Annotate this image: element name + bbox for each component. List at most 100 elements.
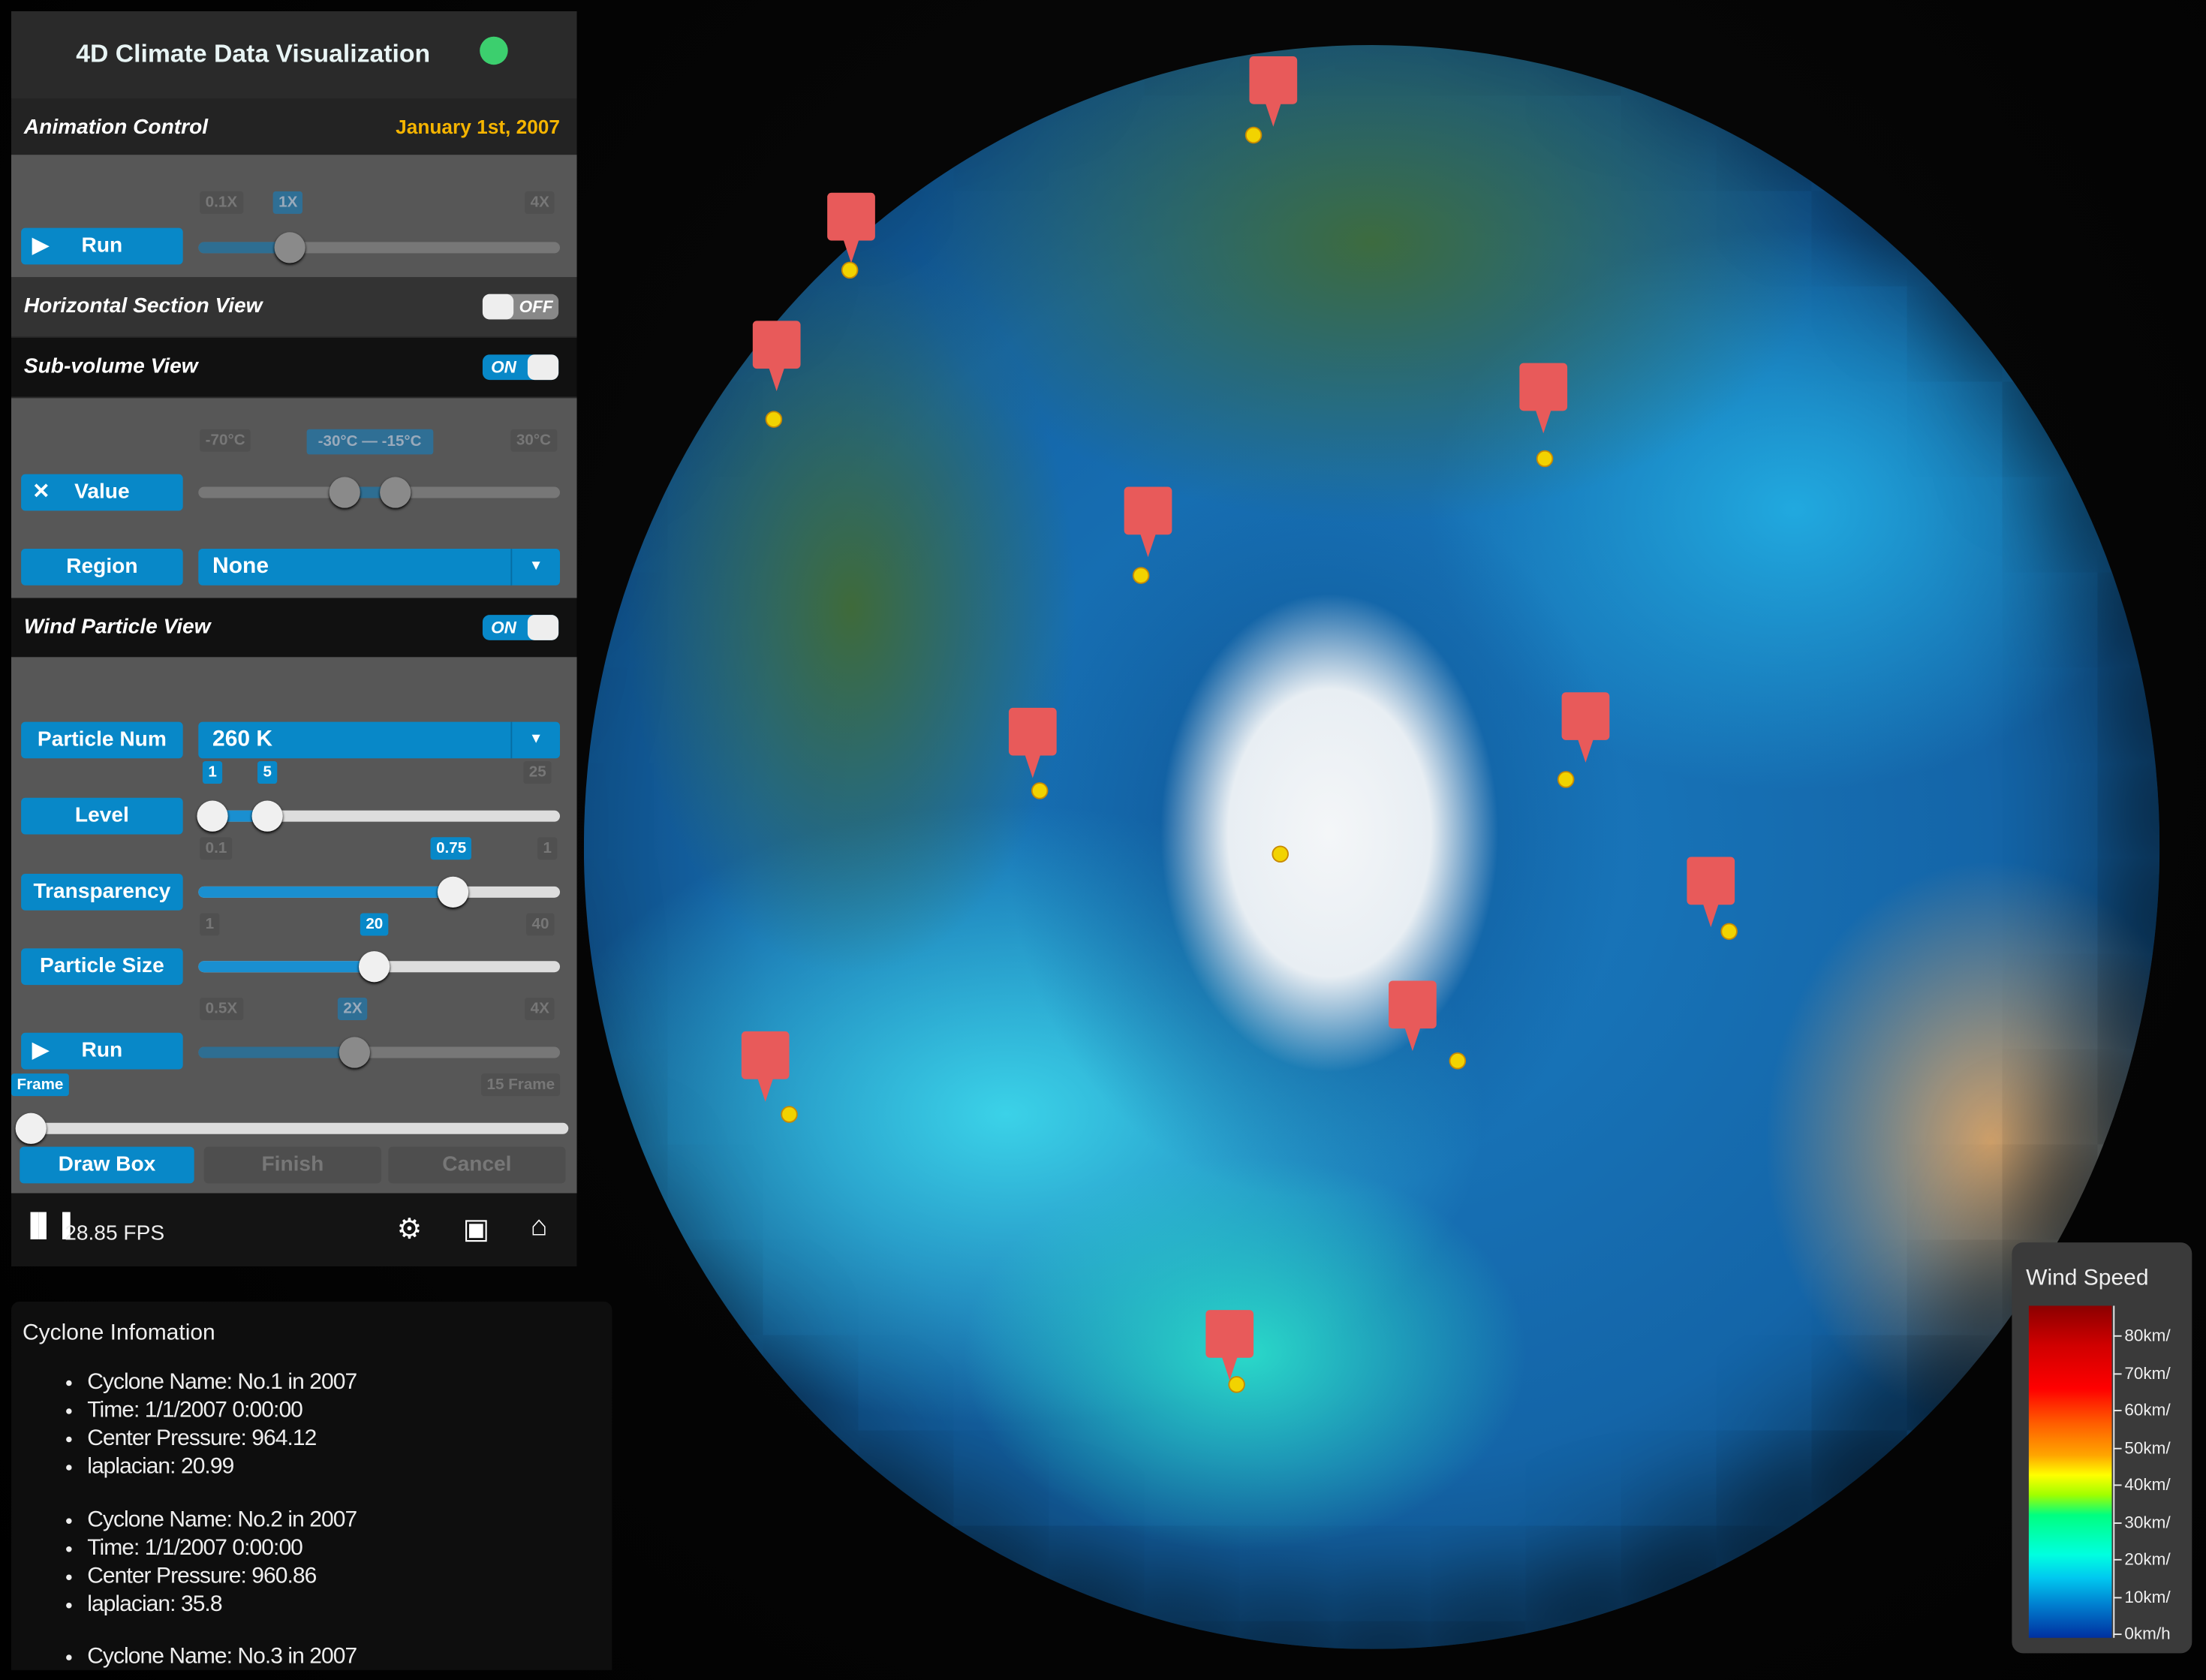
level-button[interactable]: Level <box>21 797 183 835</box>
level-low-tick: 1 <box>202 761 223 784</box>
legend-title: Wind Speed <box>2026 1266 2149 1290</box>
cyclone-marker-pin[interactable] <box>1205 1310 1254 1380</box>
horizontal-section-label: Horizontal Section View <box>23 294 263 318</box>
finish-button[interactable]: Finish <box>203 1146 381 1184</box>
subvolume-label: Sub-volume View <box>23 354 198 379</box>
bar-chart-icon: ▐▌▐ <box>22 1214 71 1239</box>
animation-run-button[interactable]: ▶ Run <box>21 227 183 265</box>
horizontal-section-toggle[interactable]: OFF <box>482 294 559 320</box>
cyclone-marker-pin[interactable] <box>741 1031 790 1102</box>
value-filter-button[interactable]: ✕ Value <box>21 474 183 511</box>
transparency-fill <box>198 886 455 898</box>
run-label: Run <box>81 233 123 258</box>
cyclone-marker-pin[interactable] <box>1124 486 1172 558</box>
run-label: Run <box>81 1038 123 1063</box>
cyclone-time: Time: 1/1/2007 0:00:00 <box>87 1397 357 1425</box>
wind-speed-legend: Wind Speed 80km/70km/60km/50km/40km/30km… <box>2012 1242 2192 1654</box>
cyclone-center-dot[interactable] <box>1244 126 1263 144</box>
draw-box-button[interactable]: Draw Box <box>20 1146 194 1184</box>
cyclone-1-list: Cyclone Name: No.1 in 2007 Time: 1/1/200… <box>53 1369 357 1482</box>
legend-label: 40km/ <box>2113 1474 2170 1494</box>
particle-num-value: 260 K <box>212 727 273 751</box>
subvolume-toggle[interactable]: ON <box>482 354 559 381</box>
level-high-handle[interactable] <box>251 800 283 832</box>
particle-size-fill <box>198 961 375 973</box>
toggle-state: ON <box>491 357 516 378</box>
cyclone-center-dot[interactable] <box>1031 782 1049 799</box>
toggle-state: ON <box>491 617 516 638</box>
cyclone-pressure: Center Pressure: 964.12 <box>87 1426 357 1453</box>
transparency-min-tick: 0.1 <box>200 837 233 860</box>
cyclone-marker-pin[interactable] <box>1008 707 1057 778</box>
image-icon[interactable]: ▣ <box>463 1212 489 1247</box>
panel-footer: ▐▌▐ 28.85 FPS ⚙ ▣ ⌂ <box>11 1193 577 1266</box>
cyclone-center-dot[interactable] <box>1272 845 1289 863</box>
frame-tick: Frame <box>11 1073 69 1097</box>
frame-handle[interactable] <box>15 1112 47 1144</box>
transparency-handle[interactable] <box>437 876 469 908</box>
cyclone-marker-pin[interactable] <box>1519 363 1568 434</box>
particle-speed-min-tick: 0.5X <box>200 997 243 1020</box>
cyclone-marker-pin[interactable] <box>1389 980 1437 1052</box>
cancel-button[interactable]: Cancel <box>388 1146 566 1184</box>
home-icon[interactable]: ⌂ <box>531 1212 548 1244</box>
speed-min-tick: 0.1X <box>200 191 243 214</box>
horizontal-section-header: Horizontal Section View OFF <box>11 277 577 336</box>
legend-color-bar <box>2028 1305 2112 1638</box>
cyclone-marker-pin[interactable] <box>1561 692 1610 763</box>
cyclone-info-title: Cyclone Infomation <box>22 1321 215 1345</box>
level-low-handle[interactable] <box>197 800 228 832</box>
chevron-down-icon: ▼ <box>510 721 560 759</box>
cyclone-laplacian: laplacian: 20.99 <box>87 1453 357 1481</box>
subvolume-header: Sub-volume View ON <box>11 337 577 397</box>
cyclone-marker-pin[interactable] <box>1249 56 1298 127</box>
particle-run-button[interactable]: ▶ Run <box>21 1032 183 1070</box>
frame-max-tick: 15 Frame <box>481 1073 561 1097</box>
legend-label: 20km/ <box>2113 1549 2170 1569</box>
transparency-button[interactable]: Transparency <box>21 874 183 911</box>
gear-icon[interactable]: ⚙ <box>397 1212 423 1247</box>
cyclone-center-dot[interactable] <box>1557 771 1575 788</box>
cyclone-center-dot[interactable] <box>781 1106 798 1123</box>
particle-size-handle[interactable] <box>358 951 390 983</box>
cyclone-3-list: Cyclone Name: No.3 in 2007 <box>53 1643 357 1671</box>
particle-num-select[interactable]: 260 K ▼ <box>198 721 561 759</box>
frame-slider[interactable] <box>22 1122 569 1134</box>
cyclone-center-dot[interactable] <box>765 411 783 428</box>
globe-icon <box>480 36 508 65</box>
cyclone-center-dot[interactable] <box>1132 567 1150 584</box>
play-icon: ▶ <box>32 233 49 258</box>
cyclone-2-list: Cyclone Name: No.2 in 2007 Time: 1/1/200… <box>53 1507 357 1619</box>
transparency-max-tick: 1 <box>537 837 558 860</box>
cyclone-center-dot[interactable] <box>1720 923 1738 941</box>
cyclone-center-dot[interactable] <box>1536 450 1554 468</box>
animation-speed-section: 0.1X 1X 4X ▶ Run <box>11 155 577 278</box>
cyclone-center-dot[interactable] <box>841 261 859 279</box>
legend-label: 60km/ <box>2113 1400 2170 1420</box>
particle-speed-handle[interactable] <box>339 1037 370 1068</box>
earth-globe-3d-view[interactable] <box>583 44 2160 1649</box>
cyclone-marker-pin[interactable] <box>827 192 875 263</box>
animation-speed-handle[interactable] <box>274 232 305 263</box>
toggle-state: OFF <box>519 297 553 317</box>
wind-particle-label: Wind Particle View <box>23 615 211 639</box>
particle-size-button[interactable]: Particle Size <box>21 948 183 986</box>
cyclone-center-dot[interactable] <box>1228 1376 1245 1393</box>
value-min-tick: -70°C <box>200 429 251 452</box>
region-select[interactable]: None ▼ <box>198 549 561 586</box>
value-max-tick: 30°C <box>510 429 557 452</box>
speed-max-tick: 4X <box>525 191 555 214</box>
value-low-handle[interactable] <box>329 477 360 508</box>
wind-particle-toggle[interactable]: ON <box>482 615 559 640</box>
particle-speed-max-tick: 4X <box>525 997 555 1020</box>
cyclone-center-dot[interactable] <box>1449 1052 1467 1070</box>
cyclone-marker-pin[interactable] <box>1687 857 1735 928</box>
cyclone-name: Cyclone Name: No.1 in 2007 <box>87 1369 357 1397</box>
region-value: None <box>212 554 269 579</box>
cyclone-marker-pin[interactable] <box>752 321 801 392</box>
wind-particle-header: Wind Particle View ON <box>11 598 577 658</box>
region-button[interactable]: Region <box>21 549 183 586</box>
size-min-tick: 1 <box>200 913 220 936</box>
value-high-handle[interactable] <box>380 477 411 508</box>
particle-num-button[interactable]: Particle Num <box>21 721 183 759</box>
